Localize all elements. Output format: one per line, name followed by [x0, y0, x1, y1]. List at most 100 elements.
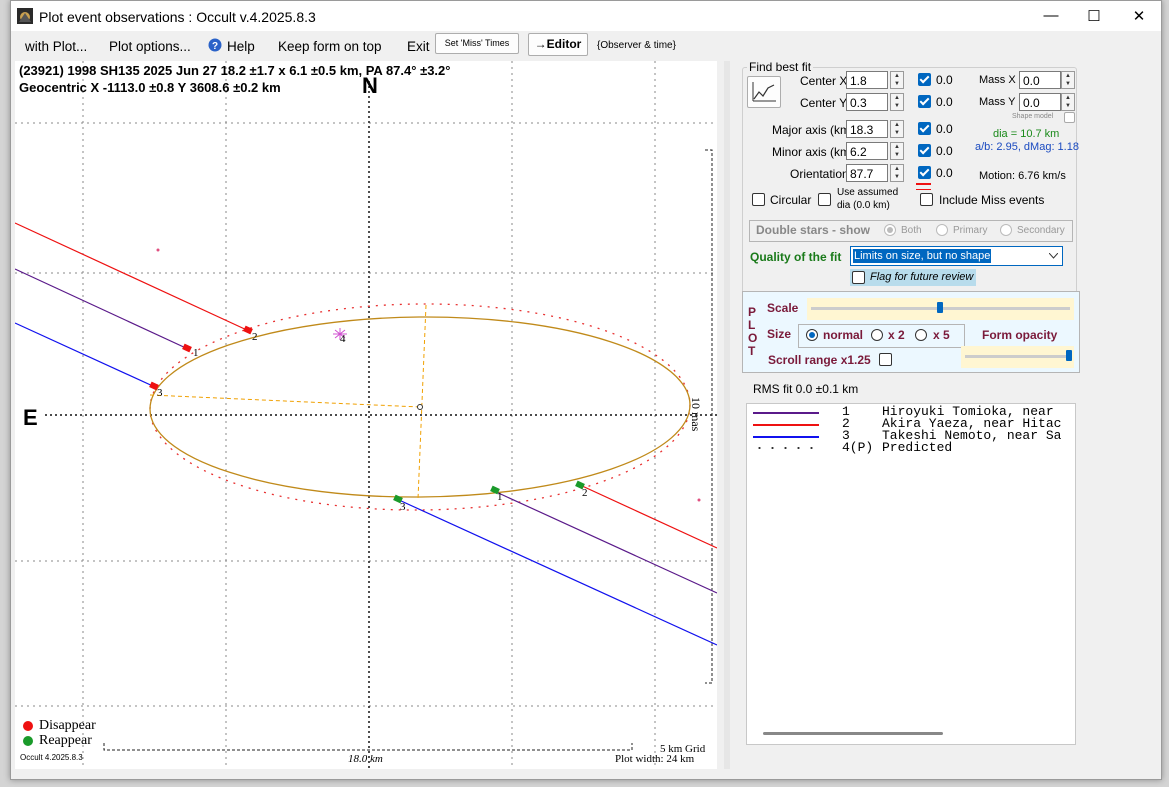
plot-vertical-l: L	[748, 318, 756, 332]
use-assumed-dia-checkbox[interactable]	[818, 193, 831, 206]
chord-3-track-left	[15, 322, 156, 388]
double-stars-both-radio[interactable]	[884, 224, 896, 236]
mass-y-spinner[interactable]: ▲ ▼	[1061, 93, 1075, 111]
quality-of-fit-selected: Limits on size, but no shape	[853, 249, 992, 263]
shape-model-checkbox[interactable]	[1064, 112, 1075, 123]
form-opacity-slider[interactable]	[961, 346, 1074, 368]
orientation-checkbox[interactable]	[918, 166, 931, 179]
flag-review-checkbox[interactable]	[852, 271, 865, 284]
use-assumed-dia-label: dia (0.0 km)	[837, 200, 890, 211]
mass-y-input[interactable]: 0.0	[1019, 93, 1061, 111]
set-miss-times-button[interactable]: Set 'Miss' Times	[435, 33, 519, 54]
plot-header-line2: Geocentric X -1113.0 ±0.8 Y 3608.6 ±0.2 …	[19, 80, 281, 95]
scroll-range-checkbox[interactable]	[879, 353, 892, 366]
observer-time-button[interactable]: {Observer & time}	[597, 40, 676, 51]
scale-slider[interactable]	[807, 298, 1074, 320]
scale-bars	[103, 149, 713, 751]
menu-exit[interactable]: Exit	[407, 39, 430, 54]
orientation-input[interactable]: 87.7	[846, 164, 888, 182]
major-axis-spinner[interactable]: ▲ ▼	[890, 120, 904, 138]
center-x-spinner[interactable]: ▲ ▼	[890, 71, 904, 89]
size-x2-label: x 2	[888, 328, 905, 342]
minor-axis-spinner[interactable]: ▲ ▼	[890, 142, 904, 160]
window-title: Plot event observations : Occult v.4.202…	[39, 9, 316, 25]
center-y-input[interactable]: 0.3	[846, 93, 888, 111]
form-opacity-slider-thumb[interactable]	[1066, 350, 1072, 361]
scroll-range-label: Scroll range x1.25	[768, 353, 871, 367]
center-y-checkbox[interactable]	[918, 95, 931, 108]
observer-line-swatch	[753, 412, 819, 414]
scale-mas-label: 10 mas	[689, 397, 703, 432]
rms-fit-readout: RMS fit 0.0 ±0.1 km	[753, 382, 859, 396]
form-opacity-label: Form opacity	[982, 328, 1058, 342]
disappear-markers	[149, 325, 253, 391]
use-assumed-label: Use assumed	[837, 187, 899, 198]
menu-plot-options[interactable]: Plot options...	[109, 39, 191, 54]
editor-button[interactable]: →Editor	[528, 33, 588, 56]
circular-label: Circular	[770, 193, 812, 207]
chord-3-track-right	[398, 499, 717, 646]
include-miss-label: Include Miss events	[939, 193, 1045, 207]
mass-x-spinner[interactable]: ▲ ▼	[1061, 71, 1075, 89]
fit-chart-icon	[752, 82, 776, 102]
size-x5-label: x 5	[933, 328, 950, 342]
center-x-checkbox[interactable]	[918, 73, 931, 86]
center-y-spinner[interactable]: ▲ ▼	[890, 93, 904, 111]
occult-app-icon	[17, 8, 33, 24]
double-stars-label: Double stars - show	[756, 223, 871, 237]
circular-checkbox[interactable]	[752, 193, 765, 206]
title-bar: Plot event observations : Occult v.4.202…	[11, 1, 1161, 31]
center-x-label: Center X	[800, 74, 848, 88]
minimize-button[interactable]: —	[1031, 7, 1071, 27]
chord-label-1-reappear: 1	[497, 491, 503, 503]
double-stars-secondary-label: Secondary	[1017, 225, 1065, 236]
double-stars-primary-radio[interactable]	[936, 224, 948, 236]
maximize-button[interactable]: ☐	[1074, 7, 1114, 27]
reappear-legend-dot	[23, 736, 33, 746]
quality-of-fit-select[interactable]: Limits on size, but no shape	[850, 246, 1063, 266]
find-best-fit-button[interactable]	[747, 76, 781, 108]
size-normal-radio[interactable]	[806, 329, 818, 341]
panel-splitter[interactable]	[724, 61, 730, 769]
major-axis-label: Major axis (km)	[772, 123, 855, 137]
menu-keep-form-on-top[interactable]: Keep form on top	[278, 39, 382, 54]
help-icon[interactable]: ?	[208, 38, 222, 52]
chord-1-track-right	[493, 490, 717, 594]
close-button[interactable]: ✕	[1119, 7, 1159, 27]
chord-1-track-left	[15, 268, 189, 350]
scale-slider-thumb[interactable]	[937, 302, 943, 313]
mass-x-input[interactable]: 0.0	[1019, 71, 1061, 89]
east-label: E	[23, 405, 38, 430]
observer-number: 4(P)	[842, 440, 874, 455]
disappear-legend-label: Disappear	[39, 718, 96, 733]
horizontal-scrollbar[interactable]	[763, 732, 943, 735]
observer-legend-list[interactable]: 1 Hiroyuki Tomioka, near 2 Akira Yaeza, …	[746, 403, 1076, 745]
motion-readout: Motion: 6.76 km/s	[979, 170, 1066, 182]
plot-width-label: Plot width: 24 km	[615, 753, 695, 765]
event-plot-canvas[interactable]: (23921) 1998 SH135 2025 Jun 27 18.2 ±1.7…	[15, 61, 717, 769]
size-x2-radio[interactable]	[871, 329, 883, 341]
ellipse-center-marker	[417, 404, 423, 410]
quality-of-fit-label: Quality of the fit	[750, 250, 842, 264]
include-miss-checkbox[interactable]	[920, 193, 933, 206]
menu-with-plot[interactable]: with Plot...	[25, 39, 87, 54]
observer-row[interactable]: 4(P) Predicted	[747, 440, 1075, 455]
stray-point	[697, 498, 701, 502]
minor-axis-label: Minor axis (km)	[772, 145, 855, 159]
diameter-readout: dia = 10.7 km	[993, 128, 1060, 140]
minor-axis-checkbox[interactable]	[918, 144, 931, 157]
menu-bar: with Plot... Plot options... ? Help Keep…	[11, 31, 1161, 59]
center-x-input[interactable]: 1.8	[846, 71, 888, 89]
orientation-spinner[interactable]: ▲ ▼	[890, 164, 904, 182]
plot-vertical-t: T	[748, 344, 756, 358]
minor-axis-input[interactable]: 6.2	[846, 142, 888, 160]
center-axes	[45, 81, 717, 769]
double-stars-secondary-radio[interactable]	[1000, 224, 1012, 236]
observer-name: Predicted	[882, 440, 953, 455]
major-axis-checkbox[interactable]	[918, 122, 931, 135]
major-axis-input[interactable]: 18.3	[846, 120, 888, 138]
mass-y-label: Mass Y	[979, 96, 1016, 108]
center-x-sd: 0.0	[936, 73, 953, 87]
menu-help[interactable]: Help	[227, 39, 255, 54]
size-x5-radio[interactable]	[915, 329, 927, 341]
